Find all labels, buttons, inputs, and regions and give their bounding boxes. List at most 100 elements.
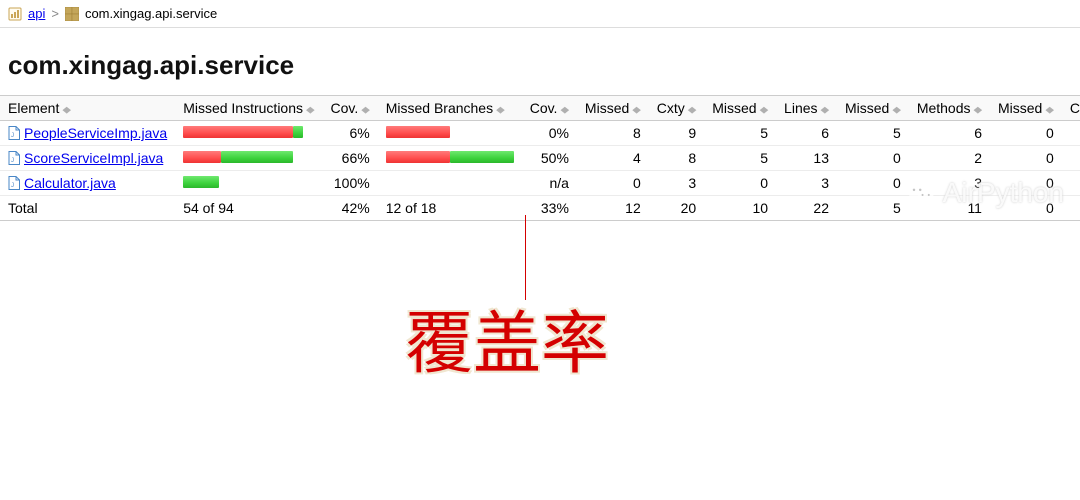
total-cov-instr: 42% (322, 196, 377, 221)
svg-text:J: J (11, 183, 14, 189)
col-cov-branch[interactable]: Cov.◆ (522, 96, 577, 121)
col-missed-branches[interactable]: Missed Branches◆ (378, 96, 522, 121)
classes-value: 1 (1062, 121, 1080, 146)
package-icon (65, 7, 79, 21)
cov-instr-value: 100% (322, 171, 377, 196)
col-classes[interactable]: Classes◆ (1062, 96, 1080, 121)
col-element[interactable]: Element◆ (0, 96, 175, 121)
total-missed-cl: 0 (990, 196, 1062, 221)
missed-ln-value: 0 (704, 171, 776, 196)
methods-value: 3 (909, 171, 990, 196)
table-header-row: Element◆ Missed Instructions◆ Cov.◆ Miss… (0, 96, 1080, 121)
sort-icon: ◆ (361, 106, 369, 115)
col-cxty[interactable]: Cxty◆ (649, 96, 704, 121)
classes-value: 1 (1062, 146, 1080, 171)
col-missed-ln[interactable]: Missed◆ (704, 96, 776, 121)
table-row: JCalculator.java100%n/a03030301 (0, 171, 1080, 196)
missed-cx-value: 8 (577, 121, 649, 146)
instr-bar-cell (175, 121, 322, 146)
col-cov-instr[interactable]: Cov.◆ (322, 96, 377, 121)
cxty-value: 9 (649, 121, 704, 146)
instr-bar-cell (175, 171, 322, 196)
missed-mt-value: 0 (837, 171, 909, 196)
breadcrumb-separator: > (51, 6, 59, 21)
table-footer-row: Total 54 of 94 42% 12 of 18 33% 12 20 10… (0, 196, 1080, 221)
branch-bar-cell (378, 121, 522, 146)
missed-cl-value: 0 (990, 121, 1062, 146)
covered-instr-bar (183, 176, 219, 188)
missed-ln-value: 5 (704, 121, 776, 146)
svg-text:J: J (11, 158, 14, 164)
total-classes: 3 (1062, 196, 1080, 221)
missed-branch-bar (386, 151, 450, 163)
cov-branch-value: n/a (522, 171, 577, 196)
missed-instr-bar (183, 126, 293, 138)
methods-value: 2 (909, 146, 990, 171)
col-missed-cl[interactable]: Missed◆ (990, 96, 1062, 121)
branch-bar-cell (378, 171, 522, 196)
covered-branch-bar (450, 151, 514, 163)
breadcrumb-package-label: com.xingag.api.service (85, 6, 217, 21)
sort-icon: ◆ (892, 106, 900, 115)
covered-instr-bar (293, 126, 303, 138)
classes-value: 1 (1062, 171, 1080, 196)
svg-text:J: J (11, 133, 14, 139)
total-missed-mt: 5 (837, 196, 909, 221)
total-missed-ln: 10 (704, 196, 776, 221)
branch-bar-cell (378, 146, 522, 171)
missed-cl-value: 0 (990, 171, 1062, 196)
page-title: com.xingag.api.service (8, 50, 1080, 81)
missed-cx-value: 4 (577, 146, 649, 171)
report-icon (8, 7, 22, 21)
sort-icon: ◆ (760, 106, 768, 115)
col-missed-mt[interactable]: Missed◆ (837, 96, 909, 121)
lines-value: 13 (776, 146, 837, 171)
breadcrumb: api > com.xingag.api.service (0, 0, 1080, 28)
sort-icon: ◆ (496, 106, 504, 115)
annotation-label: 覆盖率 (405, 288, 609, 387)
sort-icon: ◆ (974, 106, 982, 115)
file-link[interactable]: PeopleServiceImp.java (24, 125, 167, 141)
missed-branch-bar (386, 126, 450, 138)
java-file-icon: J (8, 176, 20, 190)
missed-instr-bar (183, 151, 221, 163)
col-methods[interactable]: Methods◆ (909, 96, 990, 121)
cov-instr-value: 6% (322, 121, 377, 146)
sort-icon: ◆ (560, 106, 568, 115)
total-instr-text: 54 of 94 (175, 196, 322, 221)
missed-ln-value: 5 (704, 146, 776, 171)
coverage-table: Element◆ Missed Instructions◆ Cov.◆ Miss… (0, 95, 1080, 221)
col-missed-cx[interactable]: Missed◆ (577, 96, 649, 121)
sort-icon: ◆ (1045, 106, 1053, 115)
lines-value: 3 (776, 171, 837, 196)
cov-instr-value: 66% (322, 146, 377, 171)
missed-mt-value: 5 (837, 121, 909, 146)
missed-mt-value: 0 (837, 146, 909, 171)
instr-bar-cell (175, 146, 322, 171)
sort-icon: ◆ (821, 106, 829, 115)
sort-icon: ◆ (306, 106, 314, 115)
total-lines: 22 (776, 196, 837, 221)
cov-branch-value: 50% (522, 146, 577, 171)
col-missed-instructions[interactable]: Missed Instructions◆ (175, 96, 322, 121)
cxty-value: 8 (649, 146, 704, 171)
breadcrumb-root-link[interactable]: api (28, 6, 45, 21)
table-row: JPeopleServiceImp.java6%0%89565601 (0, 121, 1080, 146)
cxty-value: 3 (649, 171, 704, 196)
sort-icon: ◆ (62, 106, 70, 115)
total-label: Total (0, 196, 175, 221)
missed-cl-value: 0 (990, 146, 1062, 171)
sort-icon: ◆ (688, 106, 696, 115)
table-row: JScoreServiceImpl.java66%50%485130201 (0, 146, 1080, 171)
java-file-icon: J (8, 151, 20, 165)
cov-branch-value: 0% (522, 121, 577, 146)
col-lines[interactable]: Lines◆ (776, 96, 837, 121)
total-methods: 11 (909, 196, 990, 221)
java-file-icon: J (8, 126, 20, 140)
total-missed-cx: 12 (577, 196, 649, 221)
file-link[interactable]: ScoreServiceImpl.java (24, 150, 163, 166)
covered-instr-bar (221, 151, 293, 163)
total-branch-text: 12 of 18 (378, 196, 522, 221)
sort-icon: ◆ (632, 106, 640, 115)
file-link[interactable]: Calculator.java (24, 175, 116, 191)
